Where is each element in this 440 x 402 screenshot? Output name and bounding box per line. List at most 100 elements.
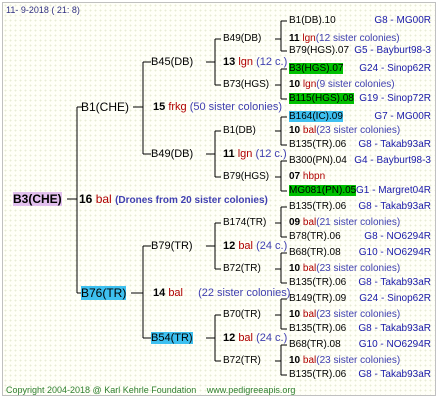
gen4-queen-name: B1(DB).10 bbox=[289, 15, 336, 26]
drone-note: (9 sister colonies) bbox=[316, 79, 395, 90]
gen3-queen-7: B70(TR) bbox=[223, 309, 261, 320]
drone-number: 13 bbox=[223, 56, 236, 68]
drone-line: lgn bbox=[302, 33, 316, 44]
gen4-breeder: G7 - MG00R bbox=[374, 111, 431, 122]
queen-name: B1(CHE) bbox=[81, 100, 130, 114]
gen4-breeder: G8 - Takab93aR bbox=[358, 201, 431, 212]
drone-line: bal bbox=[302, 355, 317, 366]
gen4-breeder: G5 - Bayburt98-3 bbox=[354, 45, 431, 56]
gen4-breeder: G10 - NO6294R bbox=[358, 247, 431, 258]
gen3-queen-6: B72(TR) bbox=[223, 263, 261, 274]
gen4-breeder: G24 - Sinop62R bbox=[359, 293, 431, 304]
drone-number: 10 bbox=[289, 355, 301, 366]
gen4-queen-name: B3(HGS).07 bbox=[289, 63, 344, 74]
drone-line: bal bbox=[302, 263, 317, 274]
root-name: B3(CHE) bbox=[13, 192, 62, 206]
drone-line: bal bbox=[168, 287, 183, 299]
pedigree-chart: { "header": {"date": "11- 9-2018 ( 21: 8… bbox=[2, 2, 436, 396]
drone-number: 15 bbox=[153, 101, 166, 113]
gen4-queen-name: B115(HGS).08 bbox=[289, 93, 354, 104]
drone-line: bal bbox=[302, 309, 317, 320]
gen1-drones-1: 15 frkg (50 sister colonies) bbox=[153, 101, 282, 113]
drone-line: bal bbox=[238, 332, 253, 344]
gen4-row: B300(PN).04 bbox=[289, 155, 347, 167]
gen3-drones-5: 09 bal(21 sister colonies) bbox=[289, 217, 400, 229]
root-queen: B3(CHE) bbox=[13, 192, 62, 206]
gen4-breeder: G24 - Sinop62R bbox=[359, 63, 431, 74]
gen4-queen-name: B135(TR).06 bbox=[289, 139, 347, 150]
gen4-queen-name: MG081(PN).05 bbox=[289, 185, 357, 196]
gen3-drones-7: 10 bal(23 sister colonies) bbox=[289, 309, 400, 321]
gen1-drones-2: 14 bal (22 sister colonies) bbox=[153, 287, 290, 299]
gen1-queen-1: B1(CHE) bbox=[81, 101, 129, 113]
gen4-row: B1(DB).10 bbox=[289, 15, 336, 27]
drone-line: bal bbox=[302, 217, 317, 228]
gen4-breeder: G19 - Sinop72R bbox=[359, 93, 431, 104]
drone-note: (23 sister colonies) bbox=[316, 355, 401, 366]
gen4-row: B115(HGS).08 bbox=[289, 93, 354, 105]
drone-note: (24 c.) bbox=[256, 332, 288, 344]
gen4-queen-name: B135(TR).06 bbox=[289, 369, 347, 380]
gen3-drones-4: 07 hbpn bbox=[289, 171, 325, 183]
gen4-queen-name: B300(PN).04 bbox=[289, 155, 347, 166]
gen1-queen-2: B76(TR) bbox=[81, 286, 127, 300]
gen4-queen-name: B135(TR).06 bbox=[289, 323, 347, 334]
gen2-queen-1: B45(DB) bbox=[151, 56, 194, 68]
drone-number: 10 bbox=[289, 263, 301, 274]
gen3-drones-6: 10 bal(23 sister colonies) bbox=[289, 263, 400, 275]
website-link[interactable]: www.pedigreeapis.org bbox=[207, 385, 296, 395]
gen4-row: B135(TR).06 bbox=[289, 323, 346, 335]
drone-number: 09 bbox=[289, 217, 301, 228]
gen2-drones-3: 12 bal (24 c.) bbox=[223, 240, 287, 252]
gen4-breeder: G8 - MG00R bbox=[374, 15, 431, 26]
gen3-queen-2: B73(HGS) bbox=[223, 79, 270, 90]
drone-note: (24 c.) bbox=[256, 240, 288, 252]
gen4-row: B135(TR).06 bbox=[289, 139, 346, 151]
gen4-row: B135(TR).06 bbox=[289, 369, 346, 381]
gen4-breeder: G8 - NO6294R bbox=[364, 231, 431, 242]
drone-line: frkg bbox=[168, 101, 187, 113]
drone-line: hbpn bbox=[302, 171, 326, 182]
gen2-queen-2: B49(DB) bbox=[151, 148, 194, 160]
gen4-row: B149(TR).09 bbox=[289, 293, 346, 305]
gen4-row: B164(IC).09 bbox=[289, 111, 343, 123]
gen4-queen-name: B164(IC).09 bbox=[289, 111, 343, 122]
drone-note: (50 sister colonies) bbox=[189, 101, 283, 113]
gen4-queen-name: B149(TR).09 bbox=[289, 293, 347, 304]
drone-note: (12 c.) bbox=[255, 148, 287, 160]
gen4-row: B68(TR).08 bbox=[289, 247, 341, 259]
drone-note: (21 sister colonies) bbox=[316, 217, 401, 228]
drone-line: lgn bbox=[238, 56, 253, 68]
gen3-queen-5: B174(TR) bbox=[223, 217, 267, 228]
drone-number: 12 bbox=[223, 240, 236, 252]
gen4-row: B79(HGS).07 bbox=[289, 45, 349, 57]
drone-number: 12 bbox=[223, 332, 236, 344]
queen-name: B76(TR) bbox=[81, 286, 127, 300]
drone-note: (23 sister colonies) bbox=[316, 263, 401, 274]
gen3-queen-3: B1(DB) bbox=[223, 125, 256, 136]
copyright-text: Copyright 2004-2018 @ Karl Kehrle Founda… bbox=[6, 385, 197, 395]
drone-number: 11 bbox=[223, 148, 235, 160]
root-note: (Drones from 20 sister colonies) bbox=[115, 195, 268, 206]
drone-note: (22 sister colonies) bbox=[198, 287, 291, 299]
gen3-drones-1: 11 lgn(12 sister colonies) bbox=[289, 33, 400, 45]
drone-note: (12 c.) bbox=[256, 56, 288, 68]
gen2-drones-1: 13 lgn (12 c.) bbox=[223, 56, 287, 68]
drone-note: (12 sister colonies) bbox=[315, 33, 400, 44]
gen4-row: B78(TR).06 bbox=[289, 231, 341, 243]
drone-line: bal bbox=[238, 240, 253, 252]
gen4-queen-name: B135(TR).06 bbox=[289, 201, 347, 212]
root-line: bal bbox=[95, 192, 112, 206]
drone-number: 10 bbox=[289, 79, 301, 90]
date-stamp: 11- 9-2018 ( 21: 8) bbox=[6, 5, 80, 15]
gen2-queen-3: B79(TR) bbox=[151, 240, 193, 252]
gen3-drones-8: 10 bal(23 sister colonies) bbox=[289, 355, 400, 367]
gen4-breeder: G8 - Takab93aR bbox=[358, 323, 431, 334]
gen4-queen-name: B135(TR).06 bbox=[289, 277, 347, 288]
gen2-drones-4: 12 bal (24 c.) bbox=[223, 332, 287, 344]
gen4-row: MG081(PN).05 bbox=[289, 185, 357, 197]
gen4-row: B135(TR).06 bbox=[289, 277, 346, 289]
gen2-drones-2: 11 lgn (12 c.) bbox=[223, 148, 287, 160]
gen3-queen-8: B72(TR) bbox=[223, 355, 261, 366]
drone-line: lgn bbox=[237, 148, 253, 160]
